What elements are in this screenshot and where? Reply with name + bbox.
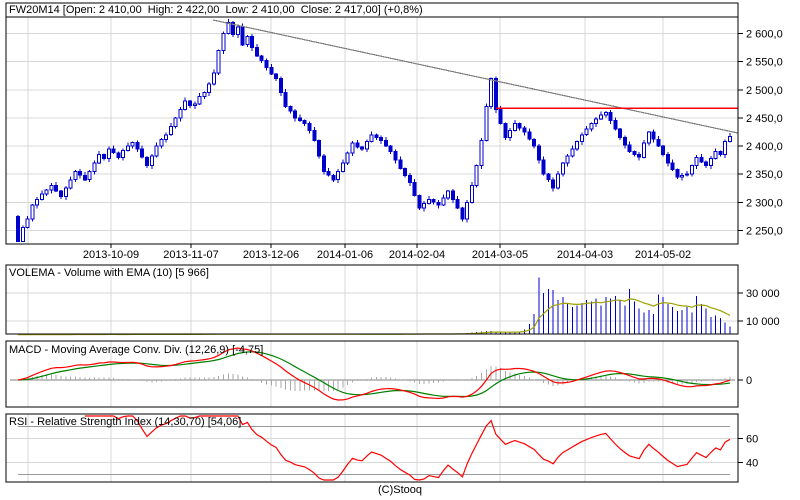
macd-signal-line bbox=[17, 351, 731, 398]
svg-text:2 600,0: 2 600,0 bbox=[746, 29, 783, 41]
main-chart-title: FW20M14 [Open: 2 410,00 High: 2 422,00 L… bbox=[9, 4, 423, 16]
svg-text:40: 40 bbox=[746, 457, 758, 469]
macd-histogram bbox=[22, 366, 731, 392]
candlestick-series bbox=[16, 19, 732, 243]
svg-text:60: 60 bbox=[746, 433, 758, 445]
date-axis-labels: 2013-10-09 2013-11-07 2013-12-06 2014-01-06… bbox=[83, 244, 691, 261]
svg-text:2014-01-06: 2014-01-06 bbox=[317, 249, 373, 261]
price-axis-labels: 2 600,0 2 550,0 2 500,0 2 450,0 2 400,0 2 350… bbox=[738, 29, 783, 469]
svg-text:2 250,0: 2 250,0 bbox=[746, 225, 783, 237]
panel-borders bbox=[5, 2, 739, 483]
svg-text:2 350,0: 2 350,0 bbox=[746, 169, 783, 181]
svg-text:2014-04-03: 2014-04-03 bbox=[557, 249, 613, 261]
svg-text:30 000: 30 000 bbox=[746, 288, 780, 300]
trend-line bbox=[212, 19, 739, 134]
volume-bars bbox=[17, 277, 731, 335]
svg-text:2 400,0: 2 400,0 bbox=[746, 141, 783, 153]
svg-text:2014-03-05: 2014-03-05 bbox=[472, 249, 528, 261]
macd-panel-title: MACD - Moving Average Conv. Div. (12,26,… bbox=[9, 344, 264, 356]
svg-text:2014-02-04: 2014-02-04 bbox=[389, 249, 445, 261]
stooq-credit: (C)Stooq bbox=[377, 484, 423, 496]
svg-text:2013-12-06: 2013-12-06 bbox=[243, 249, 299, 261]
volema-panel-title: VOLEMA - Volume with EMA (10) [5 966] bbox=[9, 267, 209, 279]
svg-text:0: 0 bbox=[746, 375, 752, 387]
svg-text:2013-11-07: 2013-11-07 bbox=[163, 249, 218, 261]
svg-text:2014-05-02: 2014-05-02 bbox=[635, 249, 691, 261]
svg-text:2 550,0: 2 550,0 bbox=[746, 57, 783, 69]
svg-text:2 300,0: 2 300,0 bbox=[746, 197, 783, 209]
rsi-panel-title: RSI - Relative Strength Index (14,30,70)… bbox=[9, 416, 242, 428]
svg-text:2013-10-09: 2013-10-09 bbox=[83, 249, 139, 261]
volume-ema-line bbox=[18, 298, 731, 336]
svg-text:2 450,0: 2 450,0 bbox=[746, 113, 783, 125]
stock-chart-fw20m14: 2 600,0 2 550,0 2 500,0 2 450,0 2 400,0 2 350… bbox=[0, 0, 800, 500]
svg-text:10 000: 10 000 bbox=[746, 316, 780, 328]
svg-text:2 500,0: 2 500,0 bbox=[746, 85, 783, 97]
